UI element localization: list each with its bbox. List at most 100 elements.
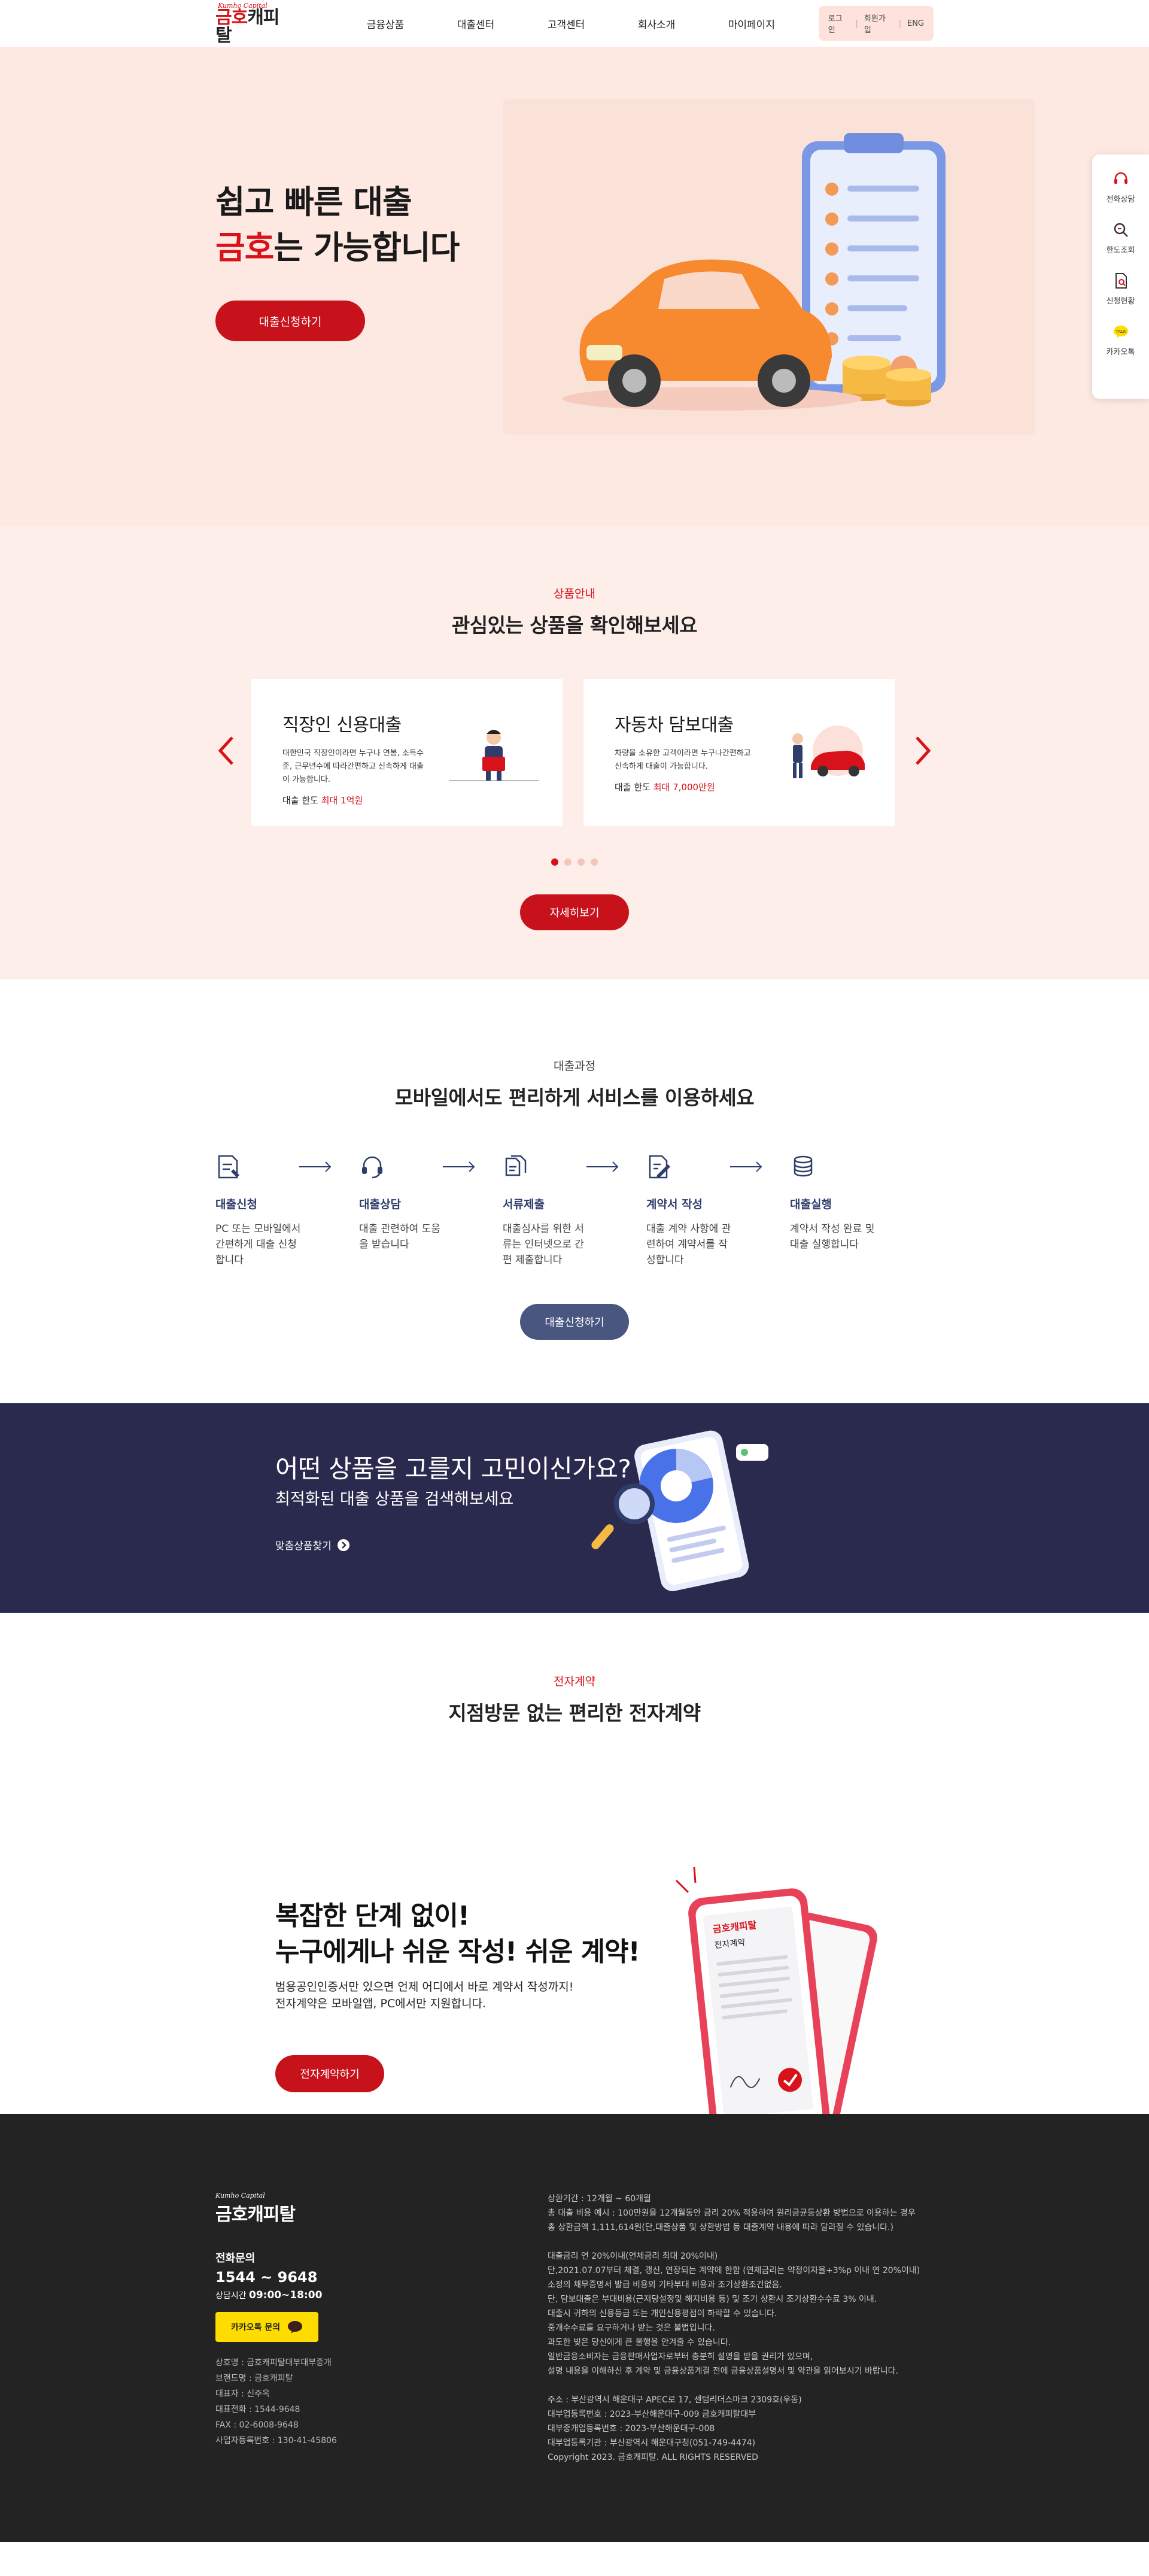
business-hours: 상담시간 09:00~18:00 — [215, 2289, 323, 2301]
e-contract-button[interactable]: 전자계약하기 — [275, 2055, 384, 2092]
form-icon — [218, 1155, 239, 1179]
carousel-dot[interactable] — [591, 858, 598, 866]
step-title: 대출실행 — [790, 1198, 832, 1211]
legal-notice: 상환기간 : 12개월 ~ 60개월 총 대출 비용 예시 : 100만원을 1… — [548, 2192, 943, 2465]
footer-company: Kumho Capital 금호캐피탈 전화문의 1544 ~ 9648 상담시… — [215, 2192, 337, 2448]
product-carousel: 직장인 신용대출 대한민국 직장인이라면 누구나 연봉, 소득수준, 근무년수에… — [215, 679, 934, 826]
join-link[interactable]: 회원가입 — [864, 12, 893, 35]
process-step-consult: 대출상담 대출 관련하여 도움을 받습니다 — [359, 1154, 503, 1268]
search-icon — [1114, 223, 1128, 237]
carousel-dot[interactable] — [564, 858, 572, 866]
process-step-execute: 대출실행 계약서 작성 완료 및 대출 실행합니다 — [790, 1154, 934, 1268]
site-header: Kumho Capital 금호캐피탈 금융상품 대출센터 고객센터 회사소개 … — [0, 0, 1149, 47]
process-step-documents: 서류제출 대출심사를 위한 서류는 인터넷으로 간편 제출합니다 — [503, 1154, 646, 1268]
product-card-limit: 대출 한도 최대 1억원 — [282, 795, 363, 806]
divider: | — [855, 19, 858, 28]
kakao-inquiry-button[interactable]: 카카오톡 문의 — [215, 2312, 319, 2342]
step-desc: 대출심사를 위한 서류는 인터넷으로 간편 제출합니다 — [503, 1223, 584, 1266]
step-title: 서류제출 — [503, 1198, 545, 1211]
car-owner-illustration — [792, 726, 865, 778]
nav-item-products[interactable]: 금융상품 — [367, 16, 457, 31]
phone-number[interactable]: 1544 ~ 9648 — [215, 2269, 337, 2286]
section-eyebrow: 대출과정 — [554, 1060, 595, 1073]
quick-item-label: 전화상담 — [1106, 195, 1135, 204]
main-nav: 금융상품 대출센터 고객센터 회사소개 마이페이지 — [367, 16, 819, 31]
contract-description: 범용공인인증서만 있으면 언제 어디에서 바로 계약서 작성까지! 전자계약은 모… — [275, 1980, 574, 2010]
kakao-icon: TALK — [1113, 326, 1128, 338]
nav-item-customer-center[interactable]: 고객센터 — [548, 16, 638, 31]
section-title: 모바일에서도 편리하게 서비스를 이용하세요 — [394, 1086, 755, 1109]
step-title: 대출상담 — [359, 1198, 401, 1211]
products-section: 상품안내 관심있는 상품을 확인해보세요 직장인 신용대출 대한민국 직장인이라… — [0, 526, 1149, 979]
find-product-label: 맞춤상품찾기 — [275, 1540, 332, 1552]
quick-item-label: 신청현황 — [1106, 297, 1135, 306]
banner-title: 어떤 상품을 고를지 고민이신가요? — [275, 1454, 631, 1483]
chevron-right-icon[interactable] — [911, 733, 935, 769]
arrow-right-icon — [586, 1161, 619, 1172]
product-card-auto-loan[interactable]: 자동차 담보대출 차량을 소유한 고객이라면 누구나간편하고 신속하게 대출이 … — [583, 679, 895, 826]
banner-subtitle: 최적화된 대출 상품을 검색해보세요 — [275, 1490, 514, 1509]
step-desc: 대출 계약 사항에 관련하여 계약서를 작성합니다 — [646, 1223, 731, 1266]
arrow-right-icon — [299, 1161, 332, 1172]
product-card-desc: 차량을 소유한 고객이라면 누구나간편하고 신속하게 대출이 가능합니다. — [615, 749, 751, 771]
hero-car-illustration — [503, 99, 1035, 435]
hero-title: 쉽고 빠른 대출 금호는 가능합니다 — [215, 183, 460, 266]
quick-menu: 전화상담 한도조회 신청현황 TALK 카카오톡 — [1092, 154, 1149, 399]
headset-icon — [1114, 172, 1127, 184]
kakao-inquiry-label: 카카오톡 문의 — [231, 2323, 281, 2332]
carousel-pagination — [0, 858, 1149, 866]
company-info: 상호명 : 금호캐피탈대부대부중개 브랜드명 : 금호캐피탈 대표자 : 신주옥… — [215, 2358, 337, 2445]
divider: | — [898, 19, 901, 28]
process-section: 대출과정 모바일에서도 편리하게 서비스를 이용하세요 대출신청 PC 또는 모… — [0, 979, 1149, 1403]
arrow-right-icon — [443, 1161, 475, 1172]
contract-headline: 복잡한 단계 없이! 누구에게나 쉬운 작성! 쉬운 계약! — [275, 1901, 640, 1967]
kakao-icon — [288, 2321, 303, 2334]
nav-item-mypage[interactable]: 마이페이지 — [728, 16, 819, 31]
process-step-contract: 계약서 작성 대출 계약 사항에 관련하여 계약서를 작성합니다 — [646, 1154, 790, 1268]
logo[interactable]: Kumho Capital 금호캐피탈 — [215, 2, 295, 45]
chevron-left-icon[interactable] — [214, 733, 238, 769]
svg-text:TALK: TALK — [1115, 329, 1126, 334]
loan-apply-button[interactable]: 대출신청하기 — [520, 1304, 629, 1340]
product-card-desc: 대한민국 직장인이라면 누구나 연봉, 소득수준, 근무년수에 따라간편하고 신… — [282, 749, 424, 784]
quick-item-kakao[interactable]: TALK 카카오톡 — [1107, 323, 1135, 357]
product-finder-banner: 어떤 상품을 고를지 고민이신가요? 최적화된 대출 상품을 검색해보세요 맞춤… — [0, 1403, 1149, 1613]
pen-document-icon — [649, 1155, 670, 1179]
section-title: 지점방문 없는 편리한 전자계약 — [448, 1701, 701, 1725]
phone-label: 전화문의 — [215, 2252, 256, 2265]
site-footer: Kumho Capital 금호캐피탈 전화문의 1544 ~ 9648 상담시… — [0, 2114, 1149, 2542]
nav-item-loan-center[interactable]: 대출센터 — [457, 16, 548, 31]
login-link[interactable]: 로그인 — [828, 12, 850, 35]
hero-section: 쉽고 빠른 대출 금호는 가능합니다 대출신청하기 전화상담 한도조회 신청현황… — [0, 47, 1149, 526]
section-title: 관심있는 상품을 확인해보세요 — [451, 614, 698, 637]
step-desc: 계약서 작성 완료 및 대출 실행합니다 — [790, 1223, 875, 1251]
quick-item-status[interactable]: 신청현황 — [1107, 272, 1135, 306]
phone-search-illustration — [591, 1430, 768, 1591]
carousel-dot[interactable] — [577, 858, 585, 866]
arrow-right-icon — [730, 1161, 762, 1172]
find-product-link[interactable]: 맞춤상품찾기 — [275, 1537, 349, 1552]
product-card-credit-loan[interactable]: 직장인 신용대출 대한민국 직장인이라면 누구나 연봉, 소득수준, 근무년수에… — [251, 679, 563, 826]
process-step-apply: 대출신청 PC 또는 모바일에서 간편하게 대출 신청합니다 — [215, 1154, 359, 1268]
step-title: 대출신청 — [215, 1198, 257, 1211]
utility-menu: 로그인 | 회원가입 | ENG — [818, 6, 934, 41]
quick-item-limit[interactable]: 한도조회 — [1107, 221, 1135, 255]
loan-apply-button[interactable]: 대출신청하기 — [215, 301, 365, 341]
section-eyebrow: 상품안내 — [554, 587, 595, 600]
quick-item-label: 한도조회 — [1106, 246, 1135, 255]
process-steps: 대출신청 PC 또는 모바일에서 간편하게 대출 신청합니다 대출상담 대출 관… — [215, 1154, 934, 1268]
nav-item-about[interactable]: 회사소개 — [638, 16, 728, 31]
step-desc: 대출 관련하여 도움을 받습니다 — [359, 1223, 440, 1251]
carousel-dot[interactable] — [551, 858, 558, 866]
see-more-button[interactable]: 자세히보기 — [520, 894, 629, 930]
coins-icon — [794, 1155, 813, 1177]
logo-korean: 금호캐피탈 — [215, 7, 279, 46]
worker-laptop-illustration — [449, 730, 539, 781]
files-icon — [505, 1155, 527, 1176]
quick-item-phone[interactable]: 전화상담 — [1107, 170, 1135, 204]
arrow-circle-right-icon — [337, 1539, 349, 1551]
step-desc: PC 또는 모바일에서 간편하게 대출 신청합니다 — [215, 1223, 301, 1266]
footer-logo: 금호캐피탈 — [215, 2204, 296, 2225]
language-link[interactable]: ENG — [907, 19, 924, 28]
section-eyebrow: 전자계약 — [554, 1675, 595, 1688]
